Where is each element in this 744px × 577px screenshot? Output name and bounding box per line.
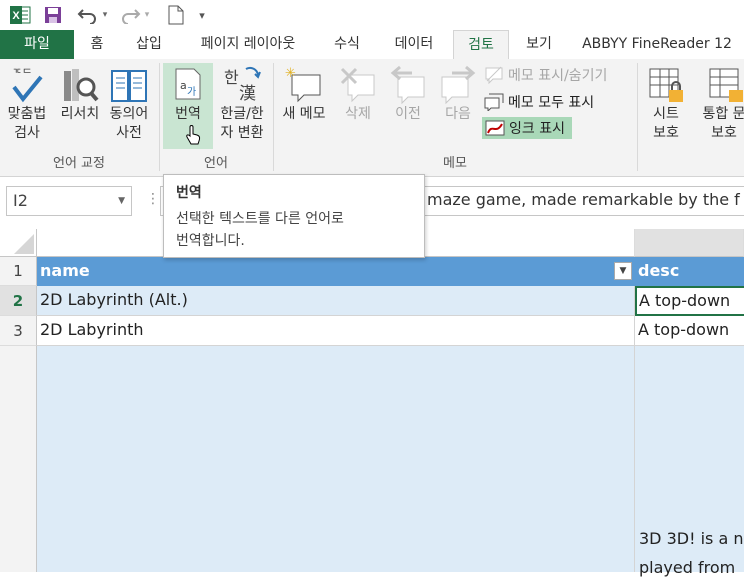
tab-data[interactable]: 데이터 [384, 30, 444, 59]
tab-formulas[interactable]: 수식 [324, 30, 370, 59]
undo-icon[interactable] [76, 4, 100, 26]
formula-bar-grip-icon: ⋮ [146, 191, 160, 207]
column-header-selected[interactable] [635, 229, 744, 257]
filter-dropdown-icon[interactable]: ▼ [614, 262, 632, 280]
research-button[interactable]: 리서치 [56, 65, 104, 124]
excel-logo-icon: X [8, 4, 32, 26]
show-ink-icon [485, 120, 505, 136]
new-comment-button[interactable]: ✳ 새 메모 [276, 65, 332, 124]
svg-text:가: 가 [187, 86, 196, 98]
svg-text:漢: 漢 [239, 84, 256, 104]
svg-text:X: X [12, 10, 20, 22]
previous-comment-icon [390, 65, 425, 105]
row-header[interactable] [0, 346, 37, 572]
hangul-hanja-icon: 한 漢 [224, 66, 261, 104]
svg-text:a: a [180, 79, 187, 92]
row-header-selected[interactable]: 2 [0, 286, 37, 316]
tab-abbyy[interactable]: ABBYY FineReader 12 [576, 30, 738, 59]
thesaurus-button[interactable]: 동의어 사전 [104, 65, 154, 143]
tooltip-text: 선택한 텍스트를 다른 언어로 [176, 211, 344, 227]
active-cell[interactable]: A top-down [635, 286, 744, 316]
group-separator [637, 63, 638, 171]
hangul-hanja-button[interactable]: 한 漢 한글/한 자 변환 [214, 65, 270, 143]
group-label-language: 언어 [204, 156, 228, 171]
translate-button[interactable]: a 가 번역 [163, 63, 213, 149]
ribbon-tabs: 파일 홈 삽입 페이지 레이아웃 수식 데이터 검토 보기 ABBYY Fine… [0, 30, 744, 59]
table-header-cell-name[interactable]: name ▼ [37, 257, 635, 286]
tooltip-title: 번역 [176, 185, 202, 201]
cell-text-line: 3D 3D! is a n [639, 529, 744, 548]
show-hide-comment-button[interactable]: 메모 표시/숨기기 [484, 65, 607, 85]
select-all-corner[interactable] [0, 229, 37, 257]
group-label-proofing: 언어 교정 [53, 156, 105, 171]
translate-icon: a 가 [175, 68, 201, 100]
row-header[interactable]: 1 [0, 257, 37, 286]
table-header-cell-desc[interactable]: desc [635, 257, 744, 286]
show-all-comments-button[interactable]: 메모 모두 표시 [484, 92, 594, 112]
spelling-button[interactable]: ᄀᄃᄃ 맞춤법 검사 [2, 65, 52, 143]
redo-icon[interactable] [118, 4, 142, 26]
group-label-comments: 메모 [443, 156, 467, 171]
thesaurus-book-icon [111, 70, 147, 102]
tab-home[interactable]: 홈 [80, 30, 114, 59]
new-file-icon[interactable] [166, 4, 186, 26]
hand-pointer-cursor-icon [186, 125, 201, 145]
table-cell[interactable]: 2D Labyrinth [37, 316, 635, 346]
previous-comment-button[interactable]: 이전 [384, 65, 432, 124]
svg-text:한: 한 [224, 68, 239, 87]
new-comment-icon: ✳ [285, 66, 321, 103]
research-icon [64, 69, 99, 102]
tab-insert[interactable]: 삽입 [128, 30, 170, 59]
redo-dropdown-icon[interactable]: ▾ [142, 4, 152, 26]
name-box[interactable]: I2 ▼ [6, 186, 132, 216]
ribbon: ᄀᄃᄃ 맞춤법 검사 리서치 동의어 사전 언어 교정 a 가 번역 한 漢 한… [0, 59, 744, 177]
next-comment-button[interactable]: 다음 [434, 65, 482, 124]
translate-tooltip: 번역 선택한 텍스트를 다른 언어로 번역합니다. [163, 174, 425, 258]
customize-qat-icon[interactable]: ▾ [196, 4, 208, 26]
table-cell[interactable]: 2D Labyrinth (Alt.) [37, 286, 635, 316]
protect-sheet-icon [649, 68, 683, 102]
name-box-dropdown-icon[interactable]: ▼ [118, 187, 125, 215]
tooltip-text: 번역합니다. [176, 233, 245, 249]
svg-text:✳: ✳ [285, 66, 296, 81]
protect-workbook-icon [709, 68, 743, 102]
table-cell[interactable]: A top-down [635, 316, 744, 346]
delete-comment-button[interactable]: 삭제 [334, 65, 382, 124]
table-cell[interactable] [37, 346, 635, 572]
tab-file[interactable]: 파일 [0, 30, 74, 59]
row-header[interactable]: 3 [0, 316, 37, 346]
next-comment-icon [441, 65, 476, 105]
svg-text:ᄀᄃᄃ: ᄀᄃᄃ [12, 67, 32, 80]
spreadsheet-grid: 1 name ▼ desc 2 2D Labyrinth (Alt.) A to… [0, 229, 744, 577]
delete-comment-icon [340, 67, 375, 103]
protect-sheet-button[interactable]: 시트 보호 [642, 65, 690, 143]
show-ink-button[interactable]: 잉크 표시 [482, 117, 572, 139]
quick-access-toolbar: X ▾ ▾ ▾ [0, 0, 744, 30]
tab-page-layout[interactable]: 페이지 레이아웃 [186, 30, 310, 59]
tab-review[interactable]: 검토 [453, 30, 509, 59]
show-all-comments-icon [484, 93, 504, 111]
spelling-check-icon: ᄀᄃᄃ [12, 67, 43, 103]
save-icon[interactable] [42, 4, 64, 26]
cell-text-line: played from [639, 558, 736, 577]
select-all-triangle-icon [14, 234, 34, 254]
undo-dropdown-icon[interactable]: ▾ [100, 4, 110, 26]
show-hide-comment-icon [485, 66, 503, 84]
tab-view[interactable]: 보기 [518, 30, 560, 59]
protect-workbook-button[interactable]: 통합 문 보호 [694, 65, 744, 143]
